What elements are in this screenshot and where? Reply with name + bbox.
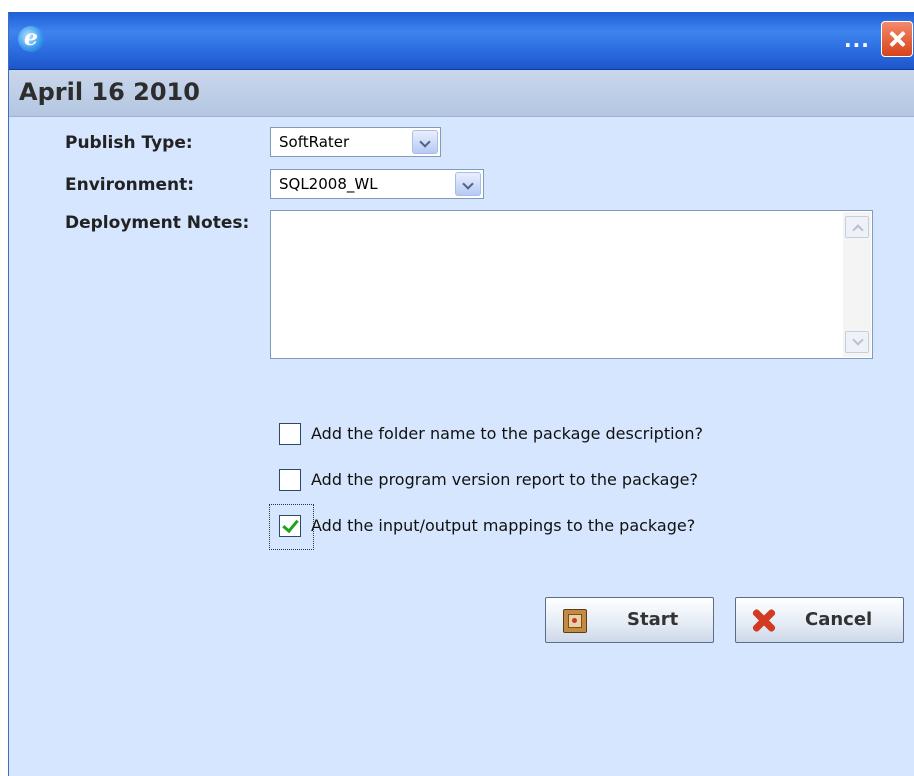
version-report-checkbox[interactable] xyxy=(279,469,301,491)
io-mappings-checkbox-label[interactable]: Add the input/output mappings to the pac… xyxy=(311,516,695,535)
scroll-down-icon[interactable] xyxy=(845,331,869,353)
publish-type-value: SoftRater xyxy=(279,133,350,151)
publish-type-label: Publish Type: xyxy=(65,133,193,153)
version-report-checkbox-label[interactable]: Add the program version report to the pa… xyxy=(311,470,698,489)
folder-name-checkbox-label[interactable]: Add the folder name to the package descr… xyxy=(311,424,703,443)
cancel-button-label: Cancel xyxy=(805,609,873,630)
chevron-down-icon[interactable] xyxy=(412,130,438,154)
chevron-down-icon[interactable] xyxy=(455,172,481,196)
page-title: April 16 2010 xyxy=(19,78,200,106)
environment-dropdown[interactable]: SQL2008_WL xyxy=(270,169,484,199)
red-x-icon xyxy=(750,606,778,634)
header-band: April 16 2010 xyxy=(9,70,914,117)
deployment-notes-label: Deployment Notes: xyxy=(65,213,250,233)
io-mappings-checkbox[interactable] xyxy=(279,515,301,537)
close-button[interactable] xyxy=(881,21,913,57)
environment-value: SQL2008_WL xyxy=(279,175,378,193)
notes-scrollbar[interactable] xyxy=(843,212,871,357)
title-bar[interactable]: e ... xyxy=(9,12,914,70)
deployment-notes-textarea[interactable] xyxy=(270,210,873,359)
package-icon xyxy=(563,609,587,633)
publish-type-dropdown[interactable]: SoftRater xyxy=(270,127,441,157)
title-ellipsis: ... xyxy=(844,28,870,52)
start-button-label: Start xyxy=(627,609,679,630)
start-button[interactable]: Start xyxy=(545,597,714,643)
dialog-window: e ... April 16 2010 xyxy=(8,12,914,776)
internet-explorer-icon: e xyxy=(18,26,44,52)
folder-name-checkbox[interactable] xyxy=(279,423,301,445)
cancel-button[interactable]: Cancel xyxy=(735,597,904,643)
environment-label: Environment: xyxy=(65,175,195,195)
scroll-up-icon[interactable] xyxy=(845,216,869,238)
